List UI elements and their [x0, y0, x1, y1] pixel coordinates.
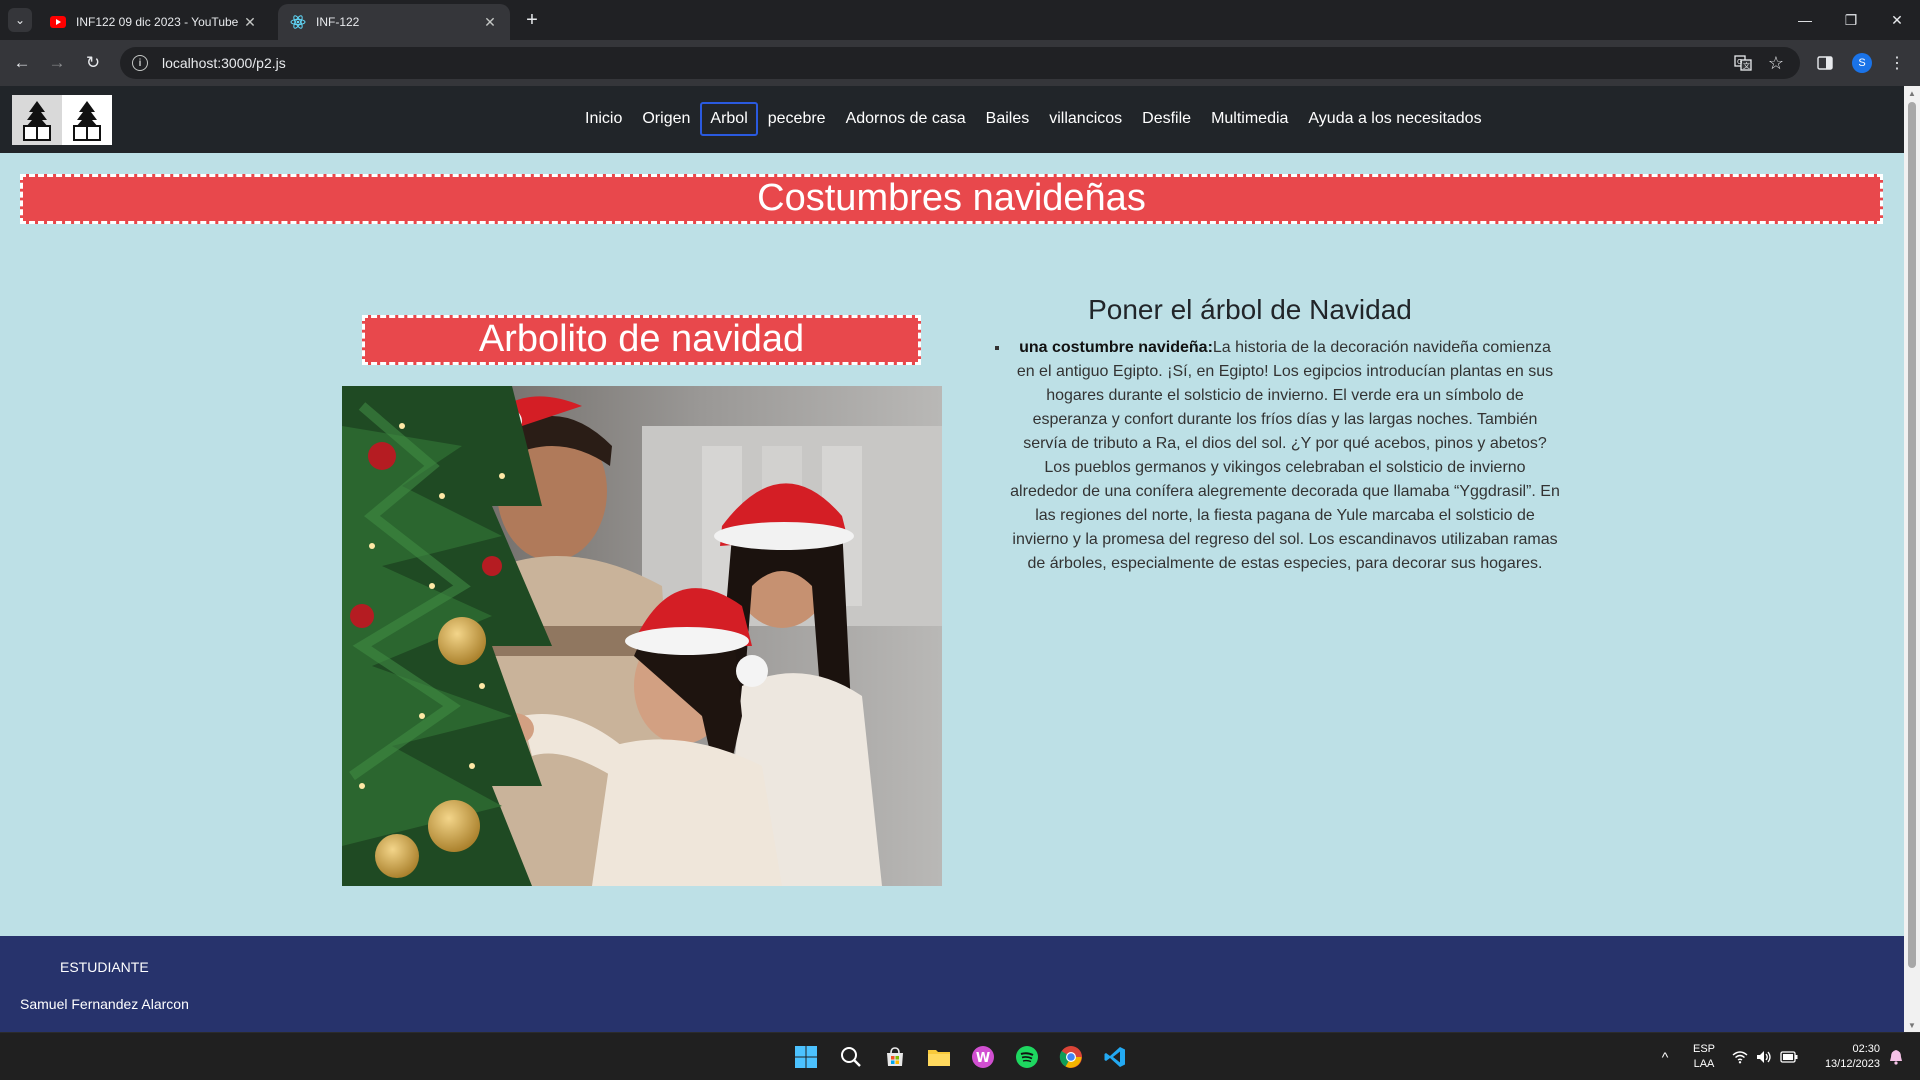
close-window-icon[interactable]: ✕ [1874, 0, 1920, 40]
side-panel-icon[interactable] [1813, 51, 1837, 75]
bookmark-star-icon[interactable]: ☆ [1764, 51, 1788, 75]
nav-link-arbol[interactable]: Arbol [700, 102, 758, 136]
student-name: Samuel Fernandez Alarcon [20, 996, 189, 1012]
section-banner: Arbolito de navidad [362, 315, 921, 365]
keyboard-layout: LAA [1693, 1058, 1715, 1070]
svg-text:文: 文 [1743, 61, 1750, 70]
clock[interactable]: 02:30 13/12/2023 [1800, 1033, 1880, 1080]
list-item-text: La historia de la decoración navideña co… [1010, 339, 1560, 572]
chrome-icon[interactable] [1055, 1041, 1087, 1073]
reload-icon[interactable]: ↻ [81, 51, 105, 75]
back-arrow-icon[interactable]: ← [10, 51, 34, 75]
tab-inf122[interactable]: INF-122 ✕ [278, 4, 510, 40]
browser-tab-strip: ⌄ INF122 09 dic 2023 - YouTube ✕ INF-122… [0, 0, 1920, 40]
react-icon [290, 14, 306, 30]
family-christmas-tree-photo [342, 386, 942, 886]
notification-bell-icon[interactable] [1884, 1033, 1908, 1080]
list-item: una costumbre navideña:La historia de la… [1010, 336, 1560, 576]
battery-icon[interactable] [1778, 1033, 1800, 1080]
restore-icon[interactable]: ❐ [1828, 0, 1874, 40]
tab-youtube[interactable]: INF122 09 dic 2023 - YouTube ✕ [38, 4, 270, 40]
scrollbar-thumb[interactable] [1908, 102, 1916, 968]
site-info-icon[interactable]: i [132, 55, 148, 71]
search-icon[interactable] [835, 1041, 867, 1073]
scroll-down-arrow-icon[interactable]: ▼ [1904, 1018, 1920, 1032]
clock-time: 02:30 [1852, 1043, 1880, 1055]
tree-gift-logo-icon[interactable] [62, 95, 112, 145]
translate-icon[interactable]: G文 [1731, 51, 1755, 75]
forward-arrow-icon[interactable]: → [45, 51, 69, 75]
article-title: Poner el árbol de Navidad [1088, 294, 1412, 325]
nav-link-inicio[interactable]: Inicio [575, 102, 632, 136]
clock-date: 13/12/2023 [1824, 1058, 1880, 1070]
tree-gift-logo-icon[interactable] [12, 95, 62, 145]
page-banner: Costumbres navideñas [20, 174, 1883, 224]
close-tab-icon[interactable]: ✕ [482, 14, 498, 30]
language-code: ESP [1692, 1043, 1715, 1055]
close-tab-icon[interactable]: ✕ [242, 14, 258, 30]
url-text: localhost:3000/p2.js [162, 55, 286, 71]
page-scrollbar[interactable]: ▲ ▼ [1904, 86, 1920, 1032]
tab-title: INF122 09 dic 2023 - YouTube [76, 15, 239, 29]
tab-title: INF-122 [316, 15, 360, 29]
new-tab-button[interactable]: + [520, 8, 544, 32]
minimize-icon[interactable]: — [1782, 0, 1828, 40]
profile-avatar[interactable]: S [1852, 53, 1872, 73]
nav-link-adornos[interactable]: Adornos de casa [836, 102, 976, 136]
nav-link-multimedia[interactable]: Multimedia [1201, 102, 1298, 136]
wps-office-icon[interactable]: W [967, 1041, 999, 1073]
store-icon[interactable] [879, 1041, 911, 1073]
site-navbar: Inicio Origen Arbol pecebre Adornos de c… [0, 86, 1904, 153]
address-bar[interactable]: i localhost:3000/p2.js [120, 47, 1800, 79]
nav-link-bailes[interactable]: Bailes [976, 102, 1040, 136]
nav-link-origen[interactable]: Origen [632, 102, 700, 136]
svg-text:W: W [976, 1051, 990, 1066]
show-hidden-icons-icon[interactable]: ^ [1652, 1033, 1678, 1080]
site-footer: ESTUDIANTE Samuel Fernandez Alarcon [0, 936, 1904, 1032]
nav-link-ayuda[interactable]: Ayuda a los necesitados [1298, 102, 1491, 136]
article-list: una costumbre navideña:La historia de la… [990, 336, 1560, 576]
file-explorer-icon[interactable] [923, 1041, 955, 1073]
list-item-label: una costumbre navideña: [1019, 339, 1213, 356]
youtube-icon [50, 14, 66, 30]
volume-icon[interactable] [1754, 1033, 1774, 1080]
windows-taskbar: W ^ ESP LAA 02:30 13/12/2023 [0, 1032, 1920, 1080]
wifi-icon[interactable] [1730, 1033, 1750, 1080]
vscode-icon[interactable] [1099, 1041, 1131, 1073]
nav-link-desfile[interactable]: Desfile [1132, 102, 1201, 136]
tab-search-button[interactable]: ⌄ [8, 8, 32, 32]
spotify-icon[interactable] [1011, 1041, 1043, 1073]
footer-label: ESTUDIANTE [60, 959, 149, 975]
input-language-indicator[interactable]: ESP LAA [1684, 1033, 1724, 1080]
nav-link-villancicos[interactable]: villancicos [1039, 102, 1132, 136]
windows-start-icon[interactable] [790, 1041, 822, 1073]
svg-text:G: G [1737, 58, 1742, 66]
page-viewport: Inicio Origen Arbol pecebre Adornos de c… [0, 86, 1904, 1032]
scroll-up-arrow-icon[interactable]: ▲ [1904, 86, 1920, 100]
nav-link-pecebre[interactable]: pecebre [758, 102, 836, 136]
menu-kebab-icon[interactable]: ⋮ [1885, 51, 1909, 75]
site-nav-links: Inicio Origen Arbol pecebre Adornos de c… [575, 102, 1492, 136]
browser-toolbar: ← → ↻ i localhost:3000/p2.js G文 ☆ S ⋮ [0, 40, 1920, 86]
